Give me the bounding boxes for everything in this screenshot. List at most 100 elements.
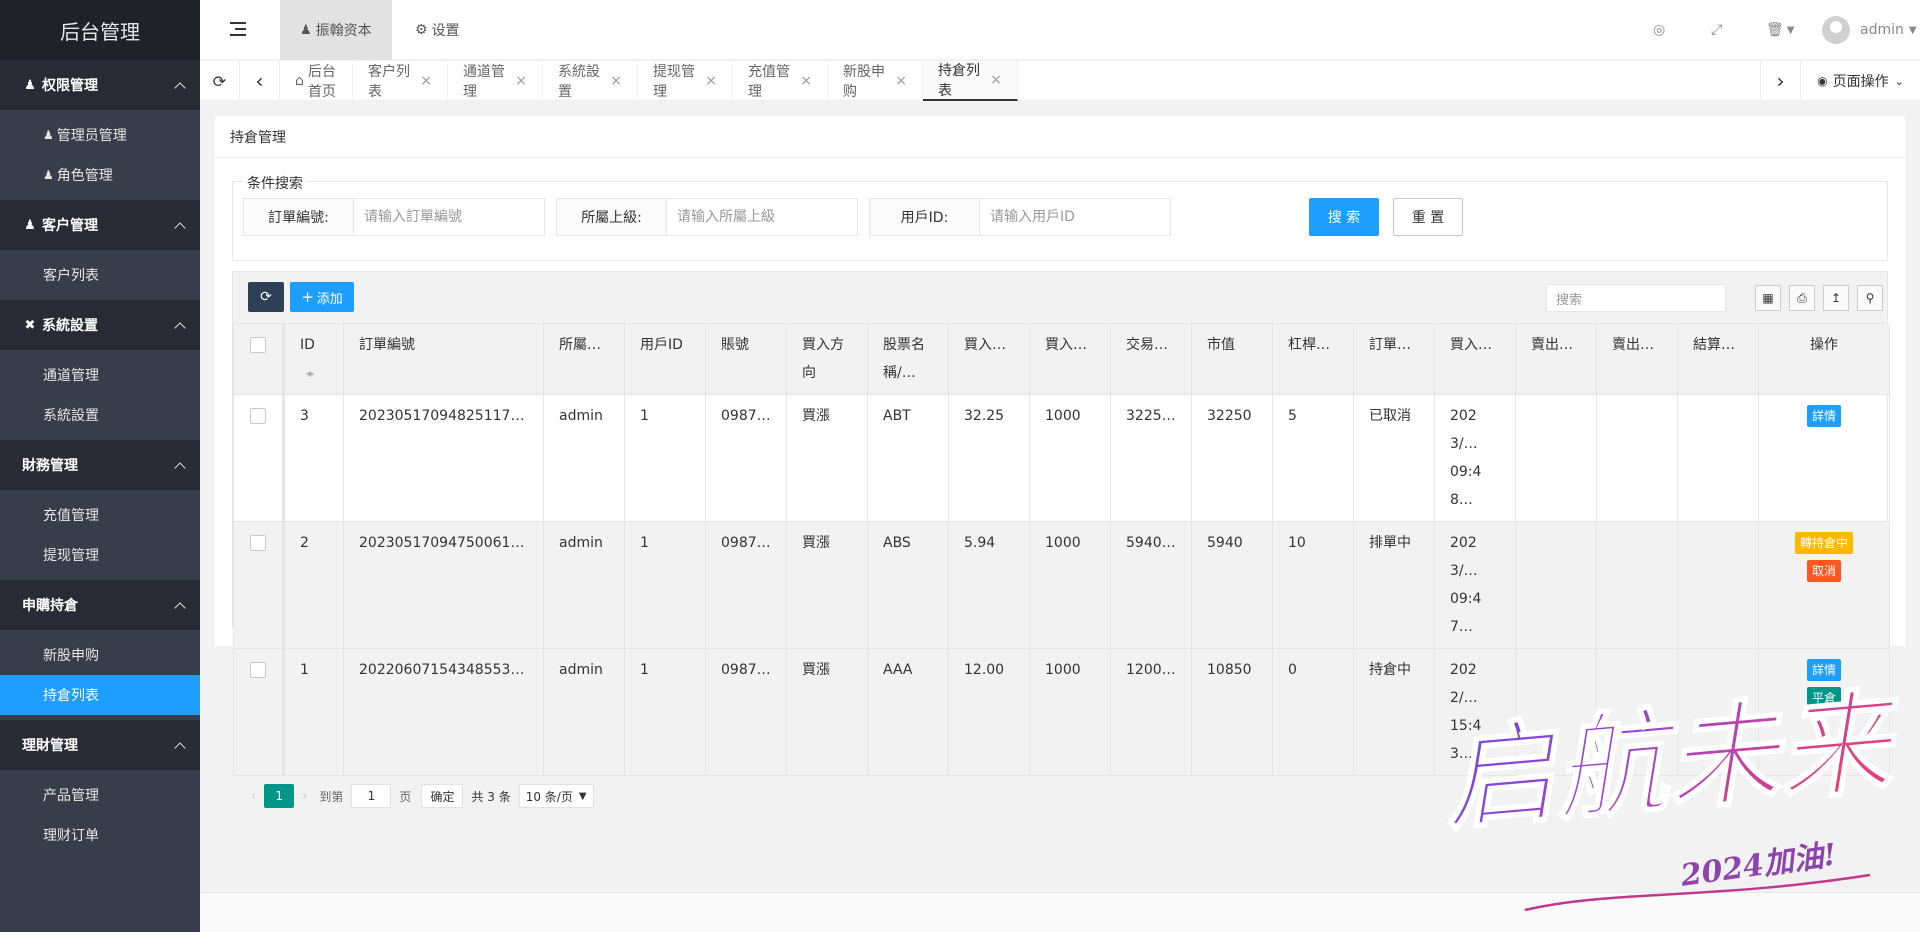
tools-icon: ✖	[24, 317, 36, 333]
columns-filter-icon[interactable]: ▦	[1755, 285, 1781, 311]
page-tab[interactable]: ⌂ 后台首页	[280, 61, 353, 101]
sidebar-item[interactable]: 系統設置	[0, 395, 200, 435]
current-page[interactable]: 1	[264, 784, 295, 808]
fullscreen-icon[interactable]: ⤢	[1711, 0, 1722, 60]
banner-main-text: 启航未来	[1438, 676, 1908, 847]
reset-button[interactable]: 重 置	[1393, 198, 1463, 236]
sidebar-group-4[interactable]: 申購持倉	[0, 580, 200, 630]
column-header[interactable]: ID	[283, 324, 344, 395]
sidebar-group-0[interactable]: ♟ 权限管理	[0, 60, 200, 110]
goto-page-input[interactable]: 1	[351, 784, 392, 808]
close-icon[interactable]: ×	[705, 73, 717, 89]
row-checkbox[interactable]	[250, 535, 266, 551]
column-header[interactable]: 買入…	[948, 324, 1030, 395]
row-select-cell	[233, 648, 285, 776]
table-search-input[interactable]: 搜索	[1546, 284, 1726, 312]
next-page-icon[interactable]: ›	[302, 789, 307, 804]
column-header[interactable]: 用戶ID	[624, 324, 706, 395]
close-icon[interactable]: ×	[990, 72, 1002, 88]
column-header[interactable]: 買入…	[1434, 324, 1516, 395]
user-id-input[interactable]	[980, 199, 1170, 235]
sidebar-item[interactable]: ♟ 管理员管理	[0, 115, 200, 155]
tabs-prev-icon[interactable]: ‹	[240, 61, 280, 101]
sidebar-item[interactable]: 产品管理	[0, 775, 200, 815]
export-icon[interactable]: ↥	[1823, 285, 1849, 311]
row-checkbox[interactable]	[250, 408, 266, 424]
app-logo[interactable]: 后台管理	[0, 0, 200, 60]
column-header[interactable]: 賬號	[705, 324, 787, 395]
sidebar-group-5[interactable]: 理財管理	[0, 720, 200, 770]
column-header[interactable]: 市值	[1191, 324, 1273, 395]
column-header[interactable]: 賣出…	[1596, 324, 1678, 395]
user-menu[interactable]: admin ▼	[1822, 0, 1917, 60]
page-tab[interactable]: 系統設置 ×	[543, 61, 638, 101]
sidebar-group-3[interactable]: 財務管理	[0, 440, 200, 490]
chevron-up-icon	[176, 81, 184, 89]
page-tab[interactable]: 持倉列表 ×	[923, 61, 1018, 101]
select-all-checkbox[interactable]	[250, 337, 266, 353]
menu-toggle-icon[interactable]	[230, 22, 246, 36]
column-header[interactable]: 股票名稱/…	[867, 324, 949, 395]
cell-id: 3	[283, 394, 344, 522]
tabs-next-icon[interactable]: ›	[1760, 61, 1800, 101]
row-checkbox[interactable]	[250, 662, 266, 678]
sidebar-item[interactable]: 提现管理	[0, 535, 200, 575]
column-header[interactable]: 所屬…	[543, 324, 625, 395]
column-header[interactable]: 訂單編號	[343, 324, 544, 395]
close-icon[interactable]: ×	[420, 73, 432, 89]
row-action-button[interactable]: 取消	[1806, 560, 1841, 582]
sidebar-group-label: 客户管理	[42, 218, 98, 234]
column-header[interactable]: 操作	[1758, 324, 1890, 395]
page-tab[interactable]: 充值管理 ×	[733, 61, 828, 101]
sidebar-submenu: 充值管理 提现管理	[0, 490, 200, 580]
header-tab-company[interactable]: ♟ 振翰资本	[280, 0, 392, 60]
sidebar-item[interactable]: 持倉列表	[0, 675, 200, 715]
refresh-icon[interactable]: ⟳	[200, 61, 240, 101]
close-icon[interactable]: ×	[610, 73, 622, 89]
table-refresh-button[interactable]: ⟳	[248, 282, 284, 312]
sidebar-item[interactable]: 充值管理	[0, 495, 200, 535]
column-header[interactable]: 買入…	[1029, 324, 1111, 395]
page-tab[interactable]: 新股申购 ×	[828, 61, 923, 101]
page-tab[interactable]: 提现管理 ×	[638, 61, 733, 101]
close-icon[interactable]: ×	[515, 73, 527, 89]
sidebar-item[interactable]: 客户列表	[0, 255, 200, 295]
column-header[interactable]: 結算…	[1677, 324, 1759, 395]
page-size-select[interactable]: 10 条/页 ▼	[518, 784, 594, 808]
column-header[interactable]: 杠桿…	[1272, 324, 1354, 395]
sidebar-item[interactable]: 新股申购	[0, 635, 200, 675]
print-icon[interactable]: ⎙	[1789, 285, 1815, 311]
add-button[interactable]: + 添加	[290, 282, 354, 312]
sidebar-group-2[interactable]: ✖ 系統設置	[0, 300, 200, 350]
cell-sell2	[1596, 521, 1678, 649]
clear-cache-dropdown[interactable]: 🗑 ▼	[1766, 0, 1794, 60]
sort-icon[interactable]	[306, 367, 314, 379]
search-button[interactable]: 搜 索	[1309, 198, 1379, 236]
close-icon[interactable]: ×	[800, 73, 812, 89]
page-ops-dropdown[interactable]: ◉ 页面操作 ⌄	[1800, 61, 1920, 101]
row-action-button[interactable]: 詳情	[1806, 405, 1841, 427]
sidebar-group-1[interactable]: ♟ 客户管理	[0, 200, 200, 250]
close-icon[interactable]: ×	[895, 73, 907, 89]
table-row[interactable]: 2 20230517094750061744 admin 1 0987… 買漲 ABS 5.9…	[233, 521, 1890, 649]
globe-icon[interactable]: ◎	[1653, 0, 1665, 60]
column-header[interactable]: 交易…	[1110, 324, 1192, 395]
search-icon[interactable]: ⚲	[1857, 285, 1883, 311]
caret-down-icon: ▼	[1786, 24, 1795, 36]
column-header[interactable]: 賣出…	[1515, 324, 1597, 395]
table-row[interactable]: 3 20230517094825117702 admin 1 0987… 買漲 ABT 32.…	[233, 394, 1890, 522]
sidebar-item[interactable]: ♟ 角色管理	[0, 155, 200, 195]
cell-order: 20230517094750061744	[343, 521, 544, 649]
parent-input[interactable]	[667, 199, 857, 235]
column-header[interactable]: 買入方向	[786, 324, 868, 395]
column-header[interactable]: 訂單…	[1353, 324, 1435, 395]
prev-page-icon[interactable]: ‹	[251, 789, 256, 804]
goto-confirm-button[interactable]: 确定	[421, 784, 464, 808]
sidebar-item[interactable]: 理财订单	[0, 815, 200, 855]
page-tab[interactable]: 通道管理 ×	[448, 61, 543, 101]
order-no-input[interactable]	[354, 199, 544, 235]
row-action-button[interactable]: 轉持倉中	[1794, 532, 1853, 554]
sidebar-item[interactable]: 通道管理	[0, 355, 200, 395]
page-tab[interactable]: 客户列表 ×	[353, 61, 448, 101]
header-tab-settings[interactable]: ⚙ 设置	[395, 0, 480, 60]
